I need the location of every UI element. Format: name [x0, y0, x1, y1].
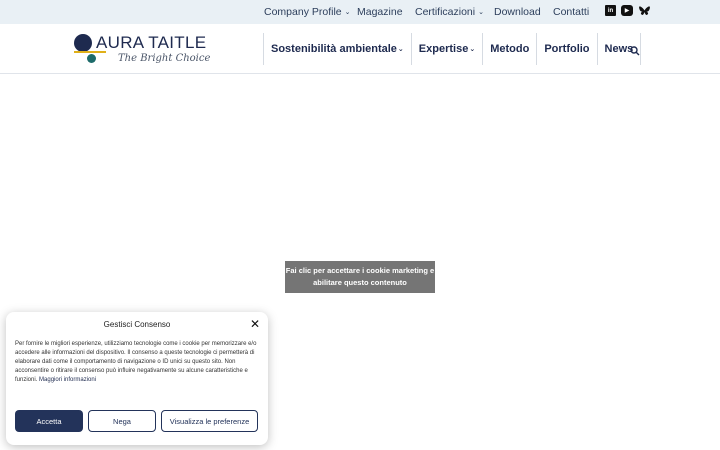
nav-metodo[interactable]: Metodo — [482, 33, 536, 65]
top-nav-company-profile[interactable]: Company Profile ⌄ — [264, 0, 351, 24]
youtube-icon[interactable]: ▶ — [621, 5, 633, 16]
logo-circle-teal — [87, 54, 96, 63]
chevron-down-icon: ⌄ — [478, 9, 484, 16]
top-nav-label: Download — [494, 6, 541, 18]
top-nav-label: Company Profile — [264, 6, 342, 18]
top-nav-label: Magazine — [357, 6, 403, 18]
nav-expertise[interactable]: Expertise ⌄ — [410, 33, 482, 65]
bluesky-icon[interactable] — [638, 5, 650, 16]
nav-label: Expertise — [418, 43, 469, 55]
nav-label: Metodo — [490, 43, 530, 55]
more-info-link[interactable]: Maggiori informazioni — [39, 377, 96, 383]
nav-sostenibilita[interactable]: Sostenibilità ambientale ⌄ — [263, 33, 411, 65]
chevron-down-icon: ⌄ — [344, 9, 351, 16]
top-nav-download[interactable]: Download — [494, 0, 541, 24]
top-nav-label: Contatti — [553, 6, 590, 18]
chevron-down-icon: ⌄ — [397, 46, 404, 53]
top-nav-magazine[interactable]: Magazine — [357, 0, 403, 24]
top-bar: Company Profile ⌄ Magazine Certificazioni… — [0, 0, 720, 24]
nav-label: News — [604, 43, 634, 55]
close-icon[interactable]: ✕ — [250, 318, 260, 330]
consent-title: Gestisci Consenso — [103, 320, 171, 329]
logo-tagline: The Bright Choice — [118, 53, 211, 64]
deny-button[interactable]: Nega — [88, 410, 156, 432]
top-nav-label: Certificazioni — [415, 6, 476, 18]
logo-circle-navy — [74, 34, 92, 52]
chevron-down-icon: ⌄ — [469, 46, 476, 53]
top-nav-certificazioni[interactable]: Certificazioni ⌄ — [415, 0, 484, 24]
preferences-button[interactable]: Visualizza le preferenze — [161, 410, 258, 432]
consent-dialog: Gestisci Consenso ✕ Per fornire le migli… — [6, 312, 268, 445]
linkedin-icon[interactable]: in — [605, 5, 616, 16]
logo[interactable]: AURA TAITLE The Bright Choice — [74, 32, 214, 68]
nav-portfolio[interactable]: Portfolio — [536, 33, 596, 65]
nav-label: Portfolio — [544, 43, 590, 55]
top-nav-contatti[interactable]: Contatti — [553, 0, 589, 24]
cookie-placeholder-button[interactable]: Fai clic per accettare i cookie marketin… — [285, 261, 435, 293]
logo-name: AURA TAITLE — [96, 33, 207, 52]
consent-body: Per fornire le migliori esperienze, util… — [15, 340, 261, 385]
accept-button[interactable]: Accetta — [15, 410, 83, 432]
social-links: in ▶ — [605, 5, 650, 16]
search-icon[interactable] — [630, 43, 642, 56]
nav-label: Sostenibilità ambientale — [271, 43, 397, 55]
main-nav: Sostenibilità ambientale ⌄ Expertise ⌄ Met… — [263, 33, 642, 65]
